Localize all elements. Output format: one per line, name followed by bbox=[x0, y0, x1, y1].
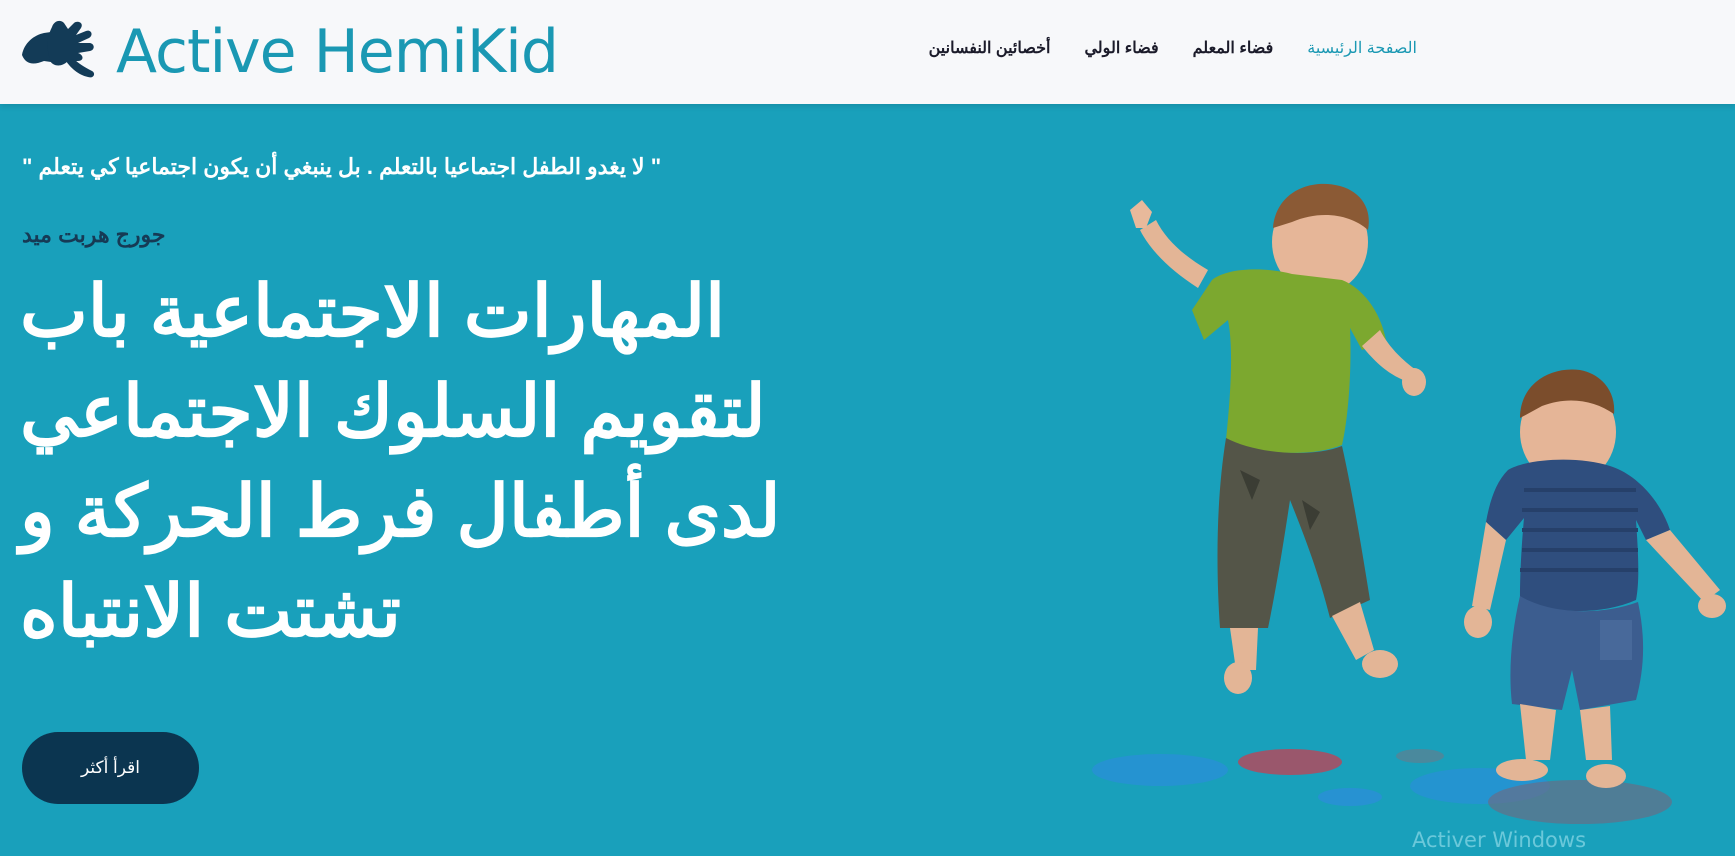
nav-item-teacher-space[interactable]: فضاء المعلم bbox=[1193, 38, 1274, 58]
read-more-button[interactable]: اقرأ أكثر bbox=[22, 732, 199, 804]
main-nav: الصفحة الرئيسية فضاء المعلم فضاء الولي أ… bbox=[929, 38, 1417, 58]
navbar: Active HemiKid الصفحة الرئيسية فضاء المع… bbox=[0, 0, 1735, 104]
brand-logo[interactable]: Active HemiKid bbox=[18, 12, 559, 92]
hero-quote: " لا يغدو الطفل اجتماعيا بالتعلم . بل ين… bbox=[22, 154, 662, 179]
hero-headline: المهارات الاجتماعية باب لتقويم السلوك ال… bbox=[20, 272, 781, 652]
nav-item-psychologists[interactable]: أخصائين النفسانين bbox=[929, 38, 1051, 58]
nav-item-home[interactable]: الصفحة الرئيسية bbox=[1307, 38, 1417, 58]
windows-activation-watermark: Activer Windows bbox=[1412, 828, 1587, 852]
nav-item-parent-space[interactable]: فضاء الولي bbox=[1084, 38, 1158, 58]
quote-author: جورج هربت ميد bbox=[22, 222, 166, 247]
hands-sign-language-icon bbox=[18, 15, 102, 90]
brand-name: Active HemiKid bbox=[116, 17, 559, 87]
two-children-jumping-playing-image bbox=[1080, 170, 1735, 830]
